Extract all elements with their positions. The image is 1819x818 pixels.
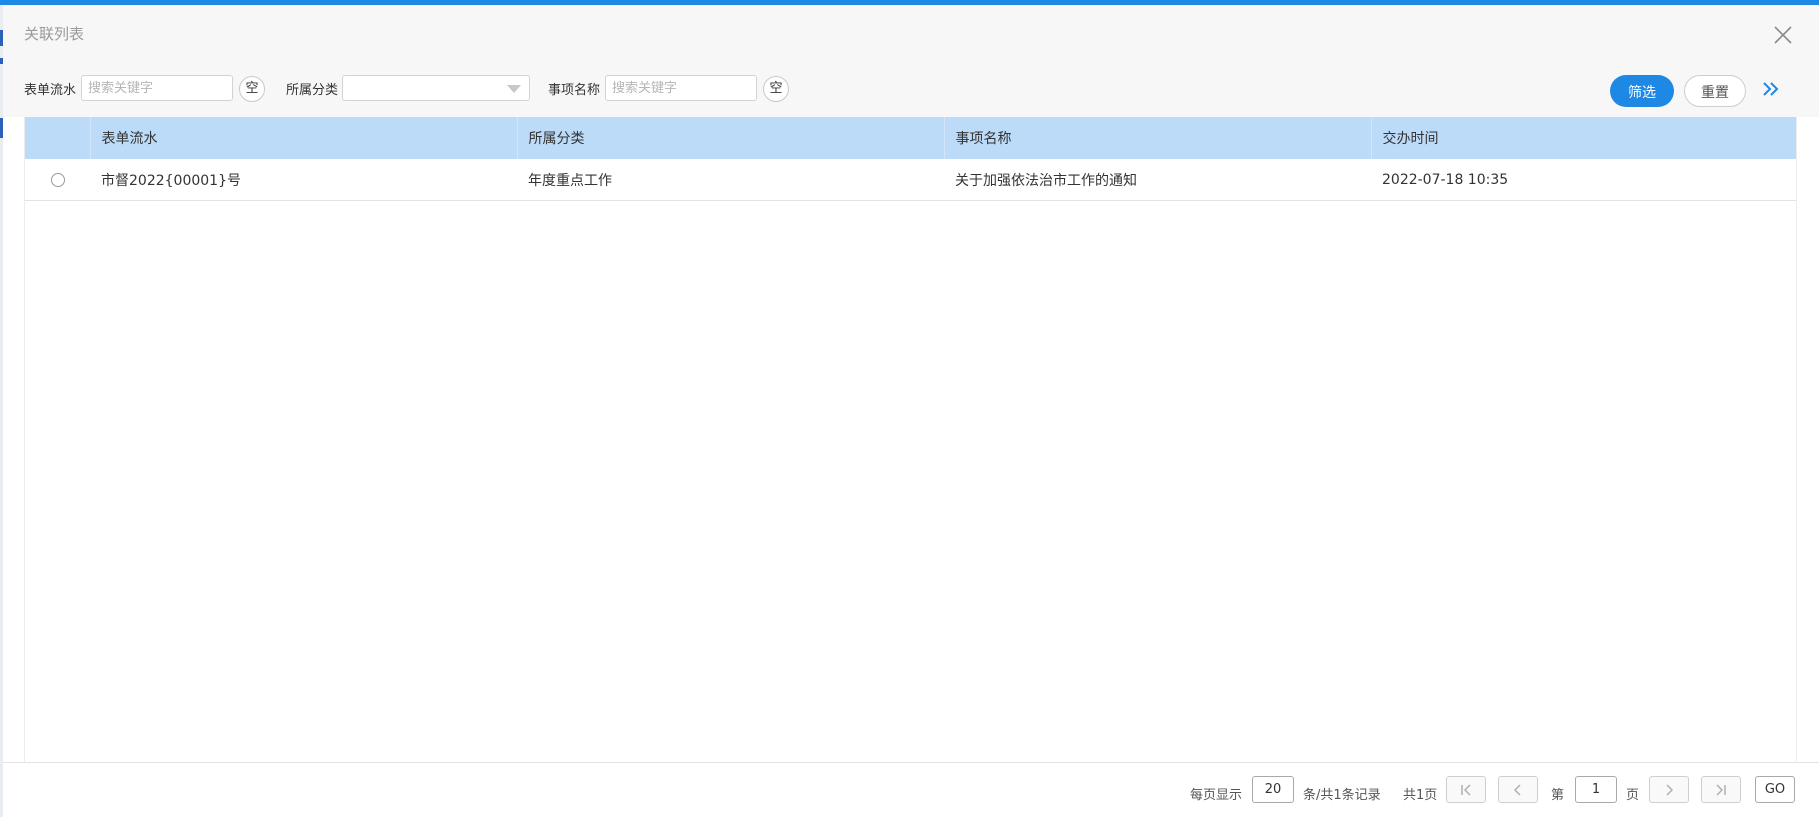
- chevron-down-icon: [507, 85, 521, 93]
- go-button[interactable]: GO: [1755, 776, 1795, 803]
- item-filter-label: 事项名称: [548, 83, 601, 98]
- table-header-row: 表单流水 所属分类 事项名称 交办时间: [25, 117, 1796, 159]
- item-search-input[interactable]: [605, 75, 757, 101]
- table-row[interactable]: 市督2022{00001}号 年度重点工作 关于加强依法治市工作的通知 2022…: [25, 159, 1796, 201]
- chevron-left-icon: [1513, 784, 1521, 796]
- total-pages-label: 共1页: [1403, 788, 1438, 803]
- last-page-icon: [1716, 784, 1726, 796]
- item-clear-button[interactable]: 空: [763, 76, 789, 102]
- page-prefix-label: 第: [1551, 788, 1565, 803]
- close-icon: [1774, 26, 1792, 44]
- page-suffix-label: 页: [1626, 788, 1640, 803]
- chevron-right-icon: [1666, 784, 1674, 796]
- next-page-button[interactable]: [1649, 776, 1689, 803]
- header-item-name: 事项名称: [943, 117, 1371, 159]
- cell-assigned-time: 2022-07-18 10:35: [1371, 159, 1796, 201]
- cell-item-name: 关于加强依法治市工作的通知: [944, 159, 1371, 201]
- double-chevron-right-icon: [1763, 82, 1779, 96]
- cell-category: 年度重点工作: [517, 159, 944, 201]
- expand-filters-button[interactable]: [1761, 79, 1781, 99]
- dialog-header: 关联列表: [3, 5, 1819, 59]
- serial-clear-button[interactable]: 空: [239, 76, 265, 102]
- serial-filter-label: 表单流水: [24, 83, 77, 98]
- related-list-dialog: 关联列表 表单流水 空 所属分类 事项名称 空 筛选 重置: [3, 5, 1819, 818]
- cell-serial: 市督2022{00001}号: [90, 159, 517, 201]
- header-select: [25, 117, 90, 159]
- header-category: 所属分类: [516, 117, 944, 159]
- last-page-button[interactable]: [1701, 776, 1741, 803]
- filter-button[interactable]: 筛选: [1610, 75, 1674, 107]
- results-table: 表单流水 所属分类 事项名称 交办时间 市督2022{00001}号 年度重点工…: [25, 117, 1796, 201]
- row-radio-button[interactable]: [50, 172, 65, 187]
- category-filter-label: 所属分类: [286, 83, 339, 98]
- reset-button[interactable]: 重置: [1684, 75, 1746, 107]
- dialog-title: 关联列表: [24, 25, 85, 43]
- first-page-icon: [1461, 784, 1471, 796]
- pagination-bar: 每页显示 条/共1条记录 共1页 第 页: [3, 762, 1819, 818]
- category-select[interactable]: [342, 75, 530, 101]
- results-table-container: 表单流水 所属分类 事项名称 交办时间 市督2022{00001}号 年度重点工…: [24, 117, 1797, 762]
- total-records-label: 条/共1条记录: [1303, 788, 1381, 803]
- row-select-cell[interactable]: [25, 159, 90, 201]
- filter-bar: 表单流水 空 所属分类 事项名称 空 筛选 重置: [3, 59, 1819, 117]
- page-number-input[interactable]: [1575, 776, 1617, 803]
- serial-search-input[interactable]: [81, 75, 233, 101]
- previous-page-button[interactable]: [1498, 776, 1538, 803]
- header-serial: 表单流水: [89, 117, 517, 159]
- header-assigned-time: 交办时间: [1370, 117, 1796, 159]
- per-page-input[interactable]: [1252, 776, 1294, 803]
- first-page-button[interactable]: [1446, 776, 1486, 803]
- per-page-label: 每页显示: [1190, 788, 1243, 803]
- close-button[interactable]: [1771, 23, 1795, 47]
